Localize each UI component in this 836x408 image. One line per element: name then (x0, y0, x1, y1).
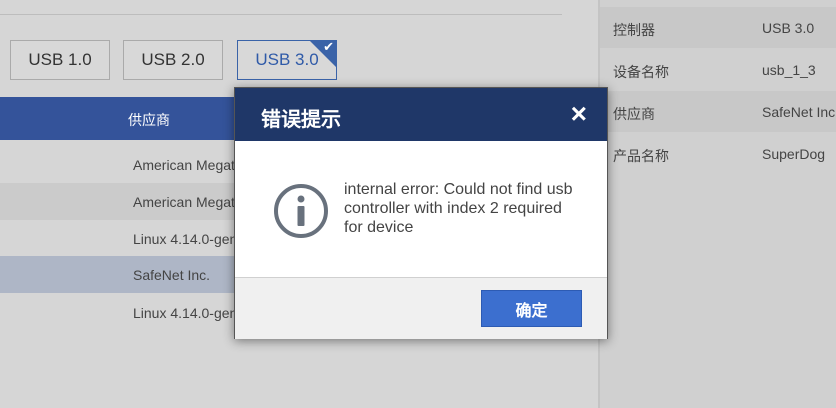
property-key: 控制器 (613, 22, 655, 38)
tab-label: USB 1.0 (28, 50, 92, 69)
info-circle-icon (274, 184, 328, 238)
property-value: usb_1_3 (762, 62, 816, 78)
tab-usb-2-0[interactable]: USB 2.0 (123, 40, 223, 80)
property-key: 设备名称 (613, 64, 669, 80)
vendor-cell: SafeNet Inc. (133, 267, 211, 283)
property-key: 产品名称 (613, 148, 669, 164)
property-value: USB 3.0 (762, 20, 815, 36)
error-message: internal error: Could not find usb contr… (344, 181, 573, 236)
error-dialog: 错误提示 × internal error: Could not find us… (234, 87, 608, 339)
top-divider (0, 14, 562, 15)
property-row: 设备名称 usb_1_3 (600, 49, 836, 90)
dialog-body: internal error: Could not find usb contr… (235, 141, 607, 277)
tab-label: USB 2.0 (141, 50, 205, 69)
confirm-button-label: 确定 (515, 302, 548, 320)
property-row: 供应商 SafeNet Inc. (600, 91, 836, 132)
property-value: SuperDog (762, 146, 826, 162)
property-row: 产品名称 SuperDog (600, 133, 836, 174)
tab-usb-3-0[interactable]: USB 3.0 ✔ (237, 39, 337, 80)
dialog-footer: 确定 (235, 277, 607, 339)
close-icon[interactable]: × (571, 100, 587, 128)
property-value: SafeNet Inc. (762, 104, 836, 120)
column-header-vendor[interactable]: 供应商 (128, 110, 170, 130)
tab-usb-1-0[interactable]: USB 1.0 (10, 40, 110, 80)
properties-panel: 控制器 USB 3.0 设备名称 usb_1_3 供应商 SafeNet Inc… (600, 0, 836, 408)
check-icon: ✔ (323, 39, 334, 54)
dialog-title: 错误提示 (261, 109, 341, 131)
property-row: 控制器 USB 3.0 (600, 7, 836, 48)
property-key: 供应商 (613, 106, 655, 122)
dialog-header: 错误提示 × (235, 88, 607, 141)
confirm-button[interactable]: 确定 (481, 290, 582, 327)
